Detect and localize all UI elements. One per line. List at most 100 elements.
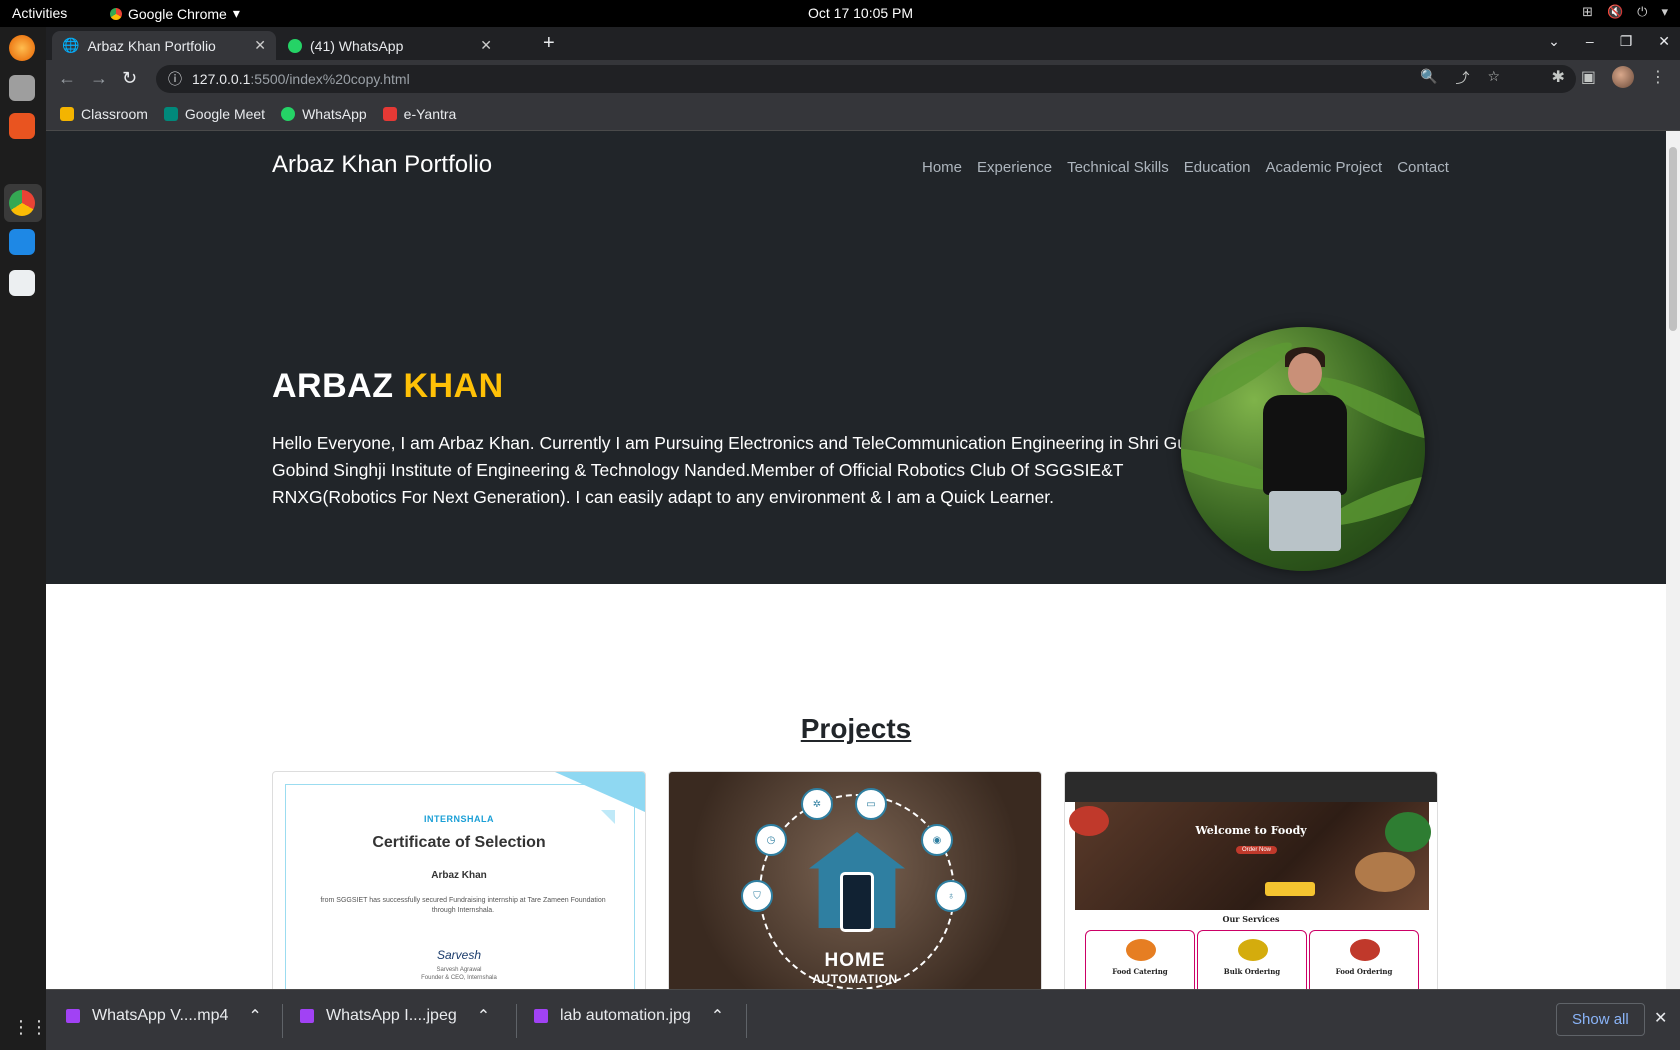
site-brand[interactable]: Arbaz Khan Portfolio [272, 151, 492, 179]
chevron-up-icon[interactable]: ⌃ [248, 1006, 261, 1026]
lamp-icon: ♁ [935, 880, 967, 912]
download-filename: WhatsApp V....mp4 [92, 1007, 229, 1024]
close-tab-icon[interactable]: ✕ [254, 37, 266, 54]
browser-toolbar: ← → ↻ ⓘ 127.0.0.1:5500/index%20copy.html… [46, 60, 1680, 98]
bookmarks-bar: Classroom Google Meet WhatsApp e-Yantra [46, 98, 1680, 131]
foody-screenshot-chrome [1065, 772, 1437, 802]
share-icon[interactable]: ⤴ [1455, 68, 1469, 88]
tab-portfolio[interactable]: 🌐 Arbaz Khan Portfolio ✕ [52, 31, 276, 60]
address-bar[interactable]: ⓘ 127.0.0.1:5500/index%20copy.html [156, 65, 1576, 93]
foody-card-ordering: Food Ordering [1309, 930, 1419, 989]
vscode-icon[interactable] [9, 229, 35, 255]
bookmark-google-meet[interactable]: Google Meet [163, 106, 265, 122]
app-name: Google Chrome [128, 5, 227, 22]
address-bar-actions: 🔍 ⤴ ☆ [1420, 68, 1500, 88]
tab-title: Arbaz Khan Portfolio [87, 37, 216, 54]
foody-welcome: Welcome to Foody [1195, 824, 1307, 837]
dock: ⋮⋮⋮ [0, 27, 66, 1050]
close-window-icon[interactable]: ✕ [1658, 33, 1670, 50]
bookmark-classroom[interactable]: Classroom [60, 106, 148, 122]
star-icon[interactable]: ☆ [1487, 68, 1500, 88]
back-icon[interactable]: ← [58, 68, 76, 89]
files-icon[interactable] [9, 75, 35, 101]
page-viewport: Arbaz Khan Portfolio Home Experience Tec… [46, 131, 1666, 989]
tv-icon: ▭ [855, 788, 887, 820]
nav-technical-skills[interactable]: Technical Skills [1067, 159, 1169, 176]
thermostat-icon: ◷ [755, 824, 787, 856]
phone-icon [840, 872, 874, 932]
automation-label: AUTOMATION [812, 972, 898, 986]
bookmark-label: WhatsApp [302, 106, 367, 122]
project-card-certificate[interactable]: INTERNSHALA Certificate of Selection Arb… [272, 771, 646, 989]
home-label: HOME [824, 950, 886, 971]
nav-education[interactable]: Education [1184, 159, 1251, 176]
e-yantra-icon [382, 107, 397, 121]
tab-strip: 🌐 Arbaz Khan Portfolio ✕ (41) WhatsApp ✕… [46, 27, 1680, 60]
clock[interactable]: Oct 17 10:05 PM [808, 5, 913, 21]
system-tray[interactable]: ⊞ 🔇 ⏻ ▾ [1582, 4, 1668, 20]
reload-icon[interactable]: ↻ [122, 68, 137, 89]
close-tab-icon[interactable]: ✕ [480, 37, 492, 54]
nav-experience[interactable]: Experience [977, 159, 1052, 176]
toolbar-actions: ✱ ▣ ⋮ [1551, 66, 1666, 88]
nav-home[interactable]: Home [922, 159, 962, 176]
bookmark-whatsapp[interactable]: WhatsApp [281, 106, 367, 122]
zoom-icon[interactable]: 🔍 [1420, 68, 1437, 88]
foody-card-label: Food Ordering [1335, 967, 1393, 976]
download-item[interactable]: lab automation.jpg ⌃ [534, 1006, 724, 1026]
download-filename: lab automation.jpg [560, 1007, 691, 1024]
activities-button[interactable]: Activities [12, 5, 67, 21]
download-item[interactable]: WhatsApp I....jpeg ⌃ [300, 1006, 490, 1026]
tab-whatsapp[interactable]: (41) WhatsApp ✕ [278, 31, 502, 60]
classroom-icon [60, 107, 74, 121]
foody-card-bulk: Bulk Ordering [1197, 930, 1307, 989]
video-file-icon [66, 1009, 80, 1023]
projects-heading: Projects [800, 713, 912, 744]
certificate-signature: Sarvesh [436, 948, 482, 962]
new-tab-button[interactable]: + [543, 32, 555, 55]
chrome-dock-icon[interactable] [9, 190, 35, 216]
whatsapp-icon [281, 107, 296, 121]
profile-avatar[interactable] [1612, 66, 1634, 88]
certificate-title: Certificate of Selection [372, 834, 546, 851]
bookmark-label: Classroom [81, 106, 148, 122]
certificate-signer: Sarvesh Agrawal Founder & CEO, Internsha… [273, 966, 645, 982]
tab-search-icon[interactable]: ⌄ [1548, 33, 1560, 50]
sensor-icon: ◉ [921, 824, 953, 856]
bookmark-e-yantra[interactable]: e-Yantra [382, 106, 457, 122]
chevron-down-icon: ▾ [1661, 4, 1668, 19]
nav-academic-project[interactable]: Academic Project [1266, 159, 1383, 176]
forward-icon[interactable]: → [90, 68, 108, 89]
software-store-icon[interactable] [9, 113, 35, 139]
hero-title: ARBAZ KHAN [272, 367, 504, 406]
app-menu[interactable]: Google Chrome ▾ [110, 5, 240, 22]
nav-contact[interactable]: Contact [1397, 159, 1449, 176]
scrollbar-thumb[interactable] [1669, 147, 1677, 331]
close-downloads-icon[interactable]: ✕ [1654, 1008, 1667, 1028]
url-host: 127.0.0.1 [192, 71, 251, 87]
image-file-icon [534, 1009, 548, 1023]
project-card-foody[interactable]: Welcome to Foody Order Now Our Services … [1064, 771, 1438, 989]
download-item[interactable]: WhatsApp V....mp4 ⌃ [66, 1006, 262, 1026]
menu-icon[interactable]: ⋮ [1650, 67, 1666, 87]
side-panel-icon[interactable]: ▣ [1581, 67, 1596, 87]
chevron-up-icon[interactable]: ⌃ [477, 1006, 490, 1026]
minimize-icon[interactable]: – [1586, 33, 1594, 50]
extensions-icon[interactable]: ✱ [1551, 67, 1564, 87]
foody-card-catering: Food Catering [1085, 930, 1195, 989]
page-scrollbar[interactable] [1666, 131, 1680, 989]
project-card-home-automation[interactable]: ✲ ▭ ◷ ◉ ⛉ ♁ HOME AUTOMATION [668, 771, 1042, 989]
certificate-name: Arbaz Khan [431, 870, 487, 881]
download-filename: WhatsApp I....jpeg [326, 1007, 457, 1024]
text-editor-icon[interactable] [9, 270, 35, 296]
show-all-button[interactable]: Show all [1556, 1003, 1645, 1036]
bookmark-label: e-Yantra [403, 106, 457, 122]
network-icon: ⊞ [1582, 4, 1593, 19]
url-path: :5500/index%20copy.html [250, 71, 410, 87]
chevron-up-icon[interactable]: ⌃ [711, 1006, 724, 1026]
profile-photo [1181, 327, 1425, 571]
globe-icon: 🌐 [62, 37, 80, 53]
maximize-icon[interactable]: ❐ [1620, 33, 1633, 50]
firefox-icon[interactable] [9, 35, 35, 61]
info-icon[interactable]: ⓘ [168, 69, 182, 89]
